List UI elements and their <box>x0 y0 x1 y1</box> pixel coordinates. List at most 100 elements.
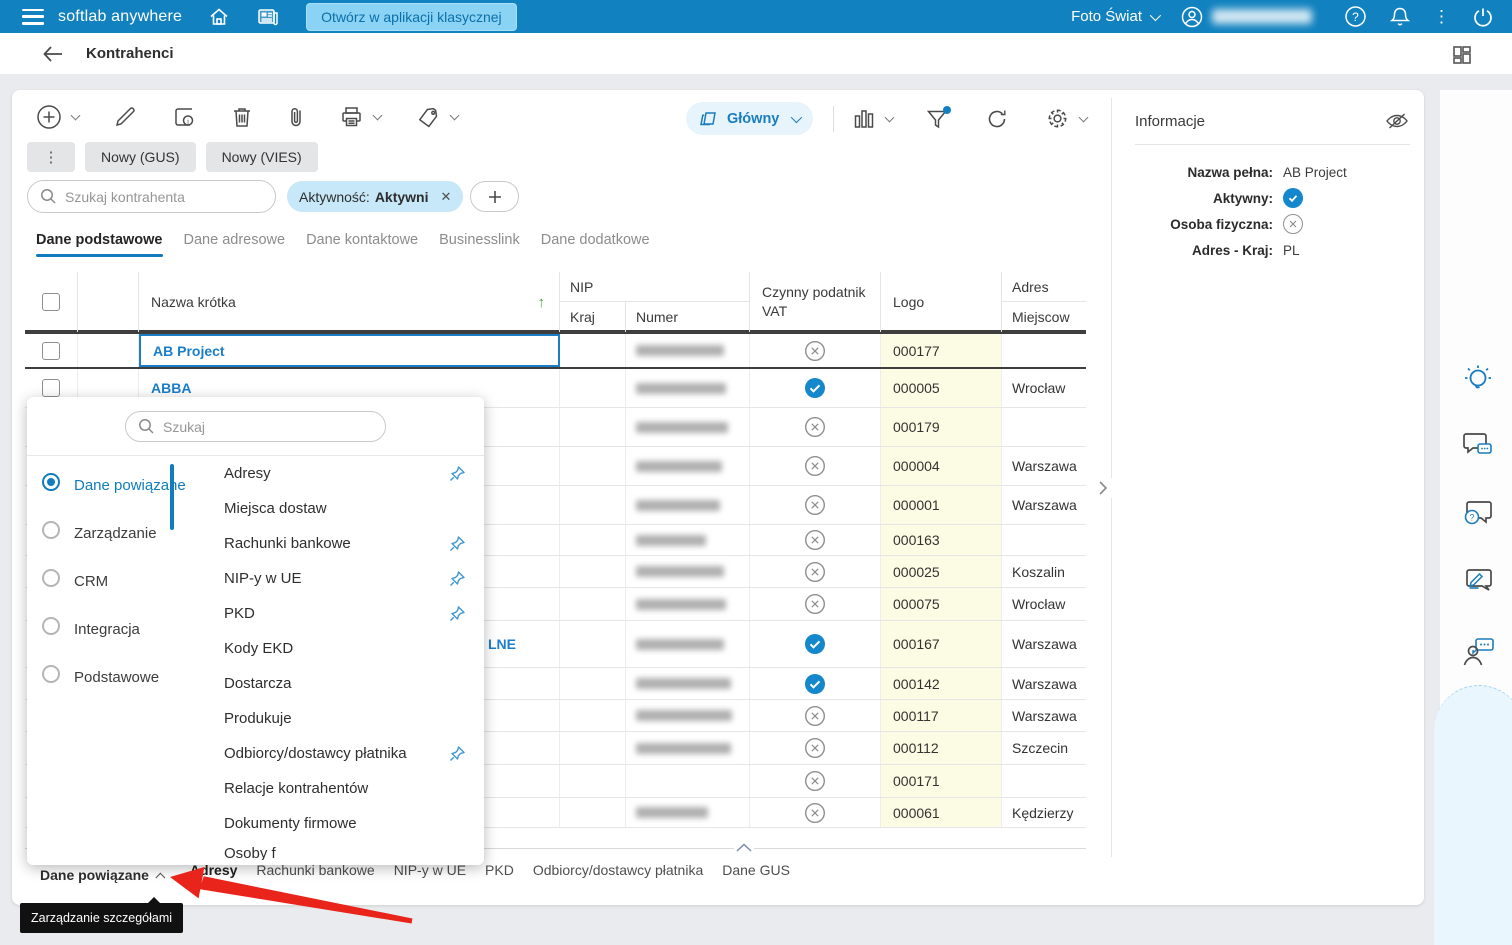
column-header-numer[interactable]: Numer <box>626 302 750 332</box>
table-row[interactable]: AB Project 000177 <box>25 332 1086 369</box>
search-input[interactable]: Szukaj kontrahenta <box>27 180 276 213</box>
radio-icon[interactable] <box>42 473 60 491</box>
feedback-chat-icon[interactable] <box>1461 430 1495 460</box>
popup-item-10[interactable]: Dokumenty firmowe <box>197 806 484 841</box>
tab-2[interactable]: Dane kontaktowe <box>306 232 418 257</box>
column-header-vat[interactable]: Czynny podatnik VAT <box>750 272 881 332</box>
tab-1[interactable]: Dane adresowe <box>184 232 286 257</box>
popup-item-11[interactable]: Osoby f <box>197 841 484 860</box>
edit-icon[interactable] <box>113 105 137 129</box>
power-icon[interactable] <box>1472 6 1494 28</box>
popup-item-7[interactable]: Produkuje <box>197 701 484 736</box>
more-icon[interactable]: ⋮ <box>1433 8 1450 25</box>
popup-category-4[interactable]: Podstawowe <box>40 654 197 702</box>
chevron-down-icon[interactable] <box>449 110 460 121</box>
news-icon[interactable] <box>256 6 280 28</box>
pin-icon[interactable] <box>448 535 466 553</box>
row-checkbox[interactable] <box>42 379 60 397</box>
popup-item-8[interactable]: Odbiorcy/dostawcy płatnika <box>197 736 484 771</box>
popup-item-6[interactable]: Dostarcza <box>197 666 484 701</box>
row-checkbox[interactable] <box>42 341 60 360</box>
column-header-city[interactable]: Miejscow <box>1002 302 1086 332</box>
view-selector-button[interactable]: Główny <box>686 102 814 135</box>
chevron-down-icon[interactable] <box>70 110 81 121</box>
column-header-nip[interactable]: NIP <box>560 272 750 302</box>
bottom-tab-5[interactable]: Dane GUS <box>722 862 790 888</box>
city-cell: Warszawa <box>1012 707 1077 724</box>
bottom-tab-0[interactable]: Adresy <box>189 862 238 888</box>
bottom-tab-2[interactable]: NIP-y w UE <box>394 862 466 888</box>
chevron-down-icon[interactable] <box>1149 9 1162 21</box>
column-header-name[interactable]: Nazwa krótka ↑ <box>139 272 560 332</box>
tab-0[interactable]: Dane podstawowe <box>36 232 163 257</box>
tab-3[interactable]: Businesslink <box>439 232 520 257</box>
chart-icon[interactable] <box>852 107 876 131</box>
chevron-down-icon[interactable] <box>791 111 803 123</box>
open-classic-button[interactable]: Otwórz w aplikacji klasycznej <box>306 2 517 31</box>
popup-item-2[interactable]: Rachunki bankowe <box>197 526 484 561</box>
help-chat-icon[interactable]: ? <box>1461 498 1495 528</box>
pin-icon[interactable] <box>448 745 466 763</box>
related-data-toggle[interactable]: Dane powiązane <box>40 867 166 883</box>
filter-chip[interactable]: Aktywność: Aktywni ✕ <box>287 181 464 212</box>
menu-icon[interactable] <box>22 8 44 25</box>
more-actions-button[interactable]: ⋮ <box>27 142 75 172</box>
company-selector[interactable]: Foto Świat <box>1071 8 1142 25</box>
settings-icon[interactable] <box>1045 106 1070 131</box>
bottom-tab-3[interactable]: PKD <box>485 862 514 888</box>
pin-icon[interactable] <box>448 465 466 483</box>
collapse-bottom-chevron[interactable] <box>734 840 754 854</box>
pin-icon[interactable] <box>448 570 466 588</box>
new-gus-button[interactable]: Nowy (GUS) <box>85 142 196 172</box>
chevron-down-icon[interactable] <box>1078 112 1089 122</box>
radio-icon[interactable] <box>42 521 60 539</box>
popup-item-5[interactable]: Kody EKD <box>197 631 484 666</box>
help-icon[interactable]: ? <box>1344 5 1367 28</box>
card-info-icon[interactable]: i <box>171 104 197 130</box>
radio-icon[interactable] <box>42 665 60 683</box>
popup-item-1[interactable]: Miejsca dostaw <box>197 491 484 526</box>
new-vies-button[interactable]: Nowy (VIES) <box>205 142 318 172</box>
idea-icon[interactable] <box>1461 362 1495 396</box>
popup-item-3[interactable]: NIP-y w UE <box>197 561 484 596</box>
edit-note-icon[interactable] <box>1461 566 1495 596</box>
column-header-kraj[interactable]: Kraj <box>560 302 626 332</box>
bottom-tab-4[interactable]: Odbiorcy/dostawcy płatnika <box>533 862 703 888</box>
refresh-icon[interactable] <box>985 107 1009 131</box>
pin-icon[interactable] <box>448 605 466 623</box>
add-icon[interactable] <box>36 104 62 130</box>
expand-panel-chevron[interactable] <box>1093 478 1113 498</box>
print-icon[interactable] <box>339 105 364 129</box>
column-header-logo[interactable]: Logo <box>881 272 1002 332</box>
select-all-checkbox[interactable] <box>42 293 60 311</box>
name-cell[interactable]: AB Project <box>139 334 560 367</box>
popup-category-3[interactable]: Integracja <box>40 606 197 654</box>
popup-item-4[interactable]: PKD <box>197 596 484 631</box>
user-icon[interactable] <box>1180 5 1204 29</box>
filter-icon[interactable] <box>925 105 952 131</box>
vat-active-icon <box>804 633 826 655</box>
radio-icon[interactable] <box>42 617 60 635</box>
layout-icon[interactable] <box>1450 43 1474 67</box>
contact-chat-icon[interactable] <box>1461 636 1497 668</box>
attach-icon[interactable] <box>287 105 305 129</box>
tag-icon[interactable] <box>415 105 441 129</box>
add-filter-button[interactable] <box>470 181 520 212</box>
delete-icon[interactable] <box>231 105 253 129</box>
hide-eye-icon[interactable] <box>1384 110 1410 132</box>
column-header-adres[interactable]: Adres <box>1002 272 1086 302</box>
radio-icon[interactable] <box>42 569 60 587</box>
chevron-down-icon[interactable] <box>884 112 895 122</box>
back-arrow-icon[interactable] <box>42 45 64 63</box>
home-icon[interactable] <box>208 6 230 28</box>
popup-item-9[interactable]: Relacje kontrahentów <box>197 771 484 806</box>
bell-icon[interactable] <box>1389 5 1411 28</box>
popup-item-0[interactable]: Adresy <box>197 456 484 491</box>
popup-category-2[interactable]: CRM <box>40 558 197 606</box>
chevron-down-icon[interactable] <box>372 110 383 121</box>
search-row: Szukaj kontrahenta Aktywność: Aktywni ✕ <box>27 180 520 213</box>
close-icon[interactable]: ✕ <box>441 189 452 205</box>
popup-search-input[interactable]: Szukaj <box>125 411 386 442</box>
tab-4[interactable]: Dane dodatkowe <box>541 232 650 257</box>
bottom-tab-1[interactable]: Rachunki bankowe <box>256 862 374 888</box>
